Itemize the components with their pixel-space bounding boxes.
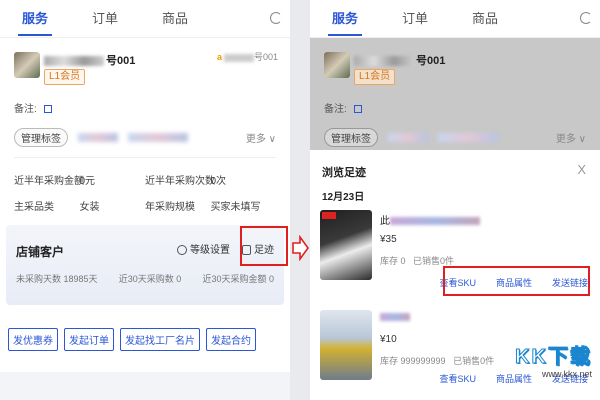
manage-tags-button: 管理标签 [324,127,378,147]
tab-service[interactable]: 服务 [0,0,70,38]
avatar [14,52,40,78]
stat-label: 近半年采购金额 [14,175,84,187]
product-title[interactable] [380,312,410,323]
customer-name: 号001 [44,52,135,68]
store-customer-title: 店铺客户 [16,245,65,259]
tag-chip [438,132,498,142]
store-account: a 号001 [216,52,278,62]
stat-label: 近半年采购次数 [145,175,215,187]
product-title[interactable]: 此 [380,212,480,227]
tag-chip [78,132,118,142]
history-date: 12月23日 [322,192,365,203]
tab-orders[interactable]: 订单 [70,0,140,38]
remark-label: 备注: [324,104,347,115]
days-since-purchase: 未采购天数 18985天 [16,274,98,284]
left-panel: 服务 订单 商品 号001 L1会员 a 号001 备注: 管理标签 更多 ∨ 近… [0,0,290,400]
modal-backdrop[interactable]: 号001 L1会员 备注: 管理标签 更多 ∨ [310,38,600,150]
more-link: 更多 ∨ [555,133,586,145]
remark-row: 备注: [14,100,52,115]
create-order-button[interactable]: 发起订单 [64,328,114,351]
tab-products[interactable]: 商品 [450,0,520,38]
tag-chip [388,132,428,142]
product-image[interactable] [320,210,372,280]
avatar [324,52,350,78]
send-coupon-button[interactable]: 发优惠券 [8,328,58,351]
gear-icon [177,245,187,256]
purchase-amount-30d: 近30天采购金额 0 [202,274,274,284]
refresh-icon[interactable] [580,12,592,24]
view-sku-link[interactable]: 查看SKU [439,372,476,385]
tab-bar: 服务 订单 商品 [0,0,290,38]
level-settings-button[interactable]: 等级设置 [177,241,230,256]
stat-value: 0次 [210,175,227,187]
arrow-right-icon [292,235,309,261]
stat-value: 买家未填写 [210,201,261,213]
product-price: ¥35 [380,234,397,245]
tab-bar: 服务 订单 商品 [310,0,600,38]
stat-label: 主采品类 [14,201,54,213]
watermark-logo: KK下载 [515,346,592,369]
customer-name: 号001 [354,52,445,68]
edit-icon [353,105,362,114]
footprint-highlight [240,226,288,266]
tag-row: 管理标签 更多 ∨ [324,127,586,147]
remark-row: 备注: [324,100,362,115]
tab-service[interactable]: 服务 [310,0,380,38]
watermark: KK下载 www.kkx.net [515,340,592,380]
refresh-icon[interactable] [270,12,282,24]
more-link[interactable]: 更多 ∨ [246,130,276,145]
tag-row: 管理标签 更多 ∨ [14,127,276,147]
product-price: ¥10 [380,334,397,345]
stat-label: 年采购规模 [145,201,195,213]
tab-products[interactable]: 商品 [140,0,210,38]
bottom-strip [0,372,290,400]
edit-icon[interactable] [43,105,52,114]
watermark-url: www.kkx.net [541,369,592,379]
remark-label: 备注: [14,104,37,115]
member-level-badge: L1会员 [354,69,396,85]
stat-value: 女装 [79,201,100,213]
action-buttons: 发优惠券 发起订单 发起找工厂名片 发起合约 [8,328,282,351]
product-image[interactable] [320,310,372,380]
stats-row: 主采品类 女装 年采购规模 买家未填写 [14,192,276,218]
divider [14,157,276,158]
purchases-30d: 近30天采购数 0 [118,274,182,284]
manage-tags-button[interactable]: 管理标签 [14,127,68,147]
stats-row: 近半年采购金额 0元 近半年采购次数 0次 [14,166,276,192]
customer-stats: 未采购天数 18985天 近30天采购数 0 近30天采购金额 0 [16,272,274,285]
close-icon[interactable]: X [577,162,586,177]
product-stock: 库存 999999999 已销售0件 [380,356,495,366]
sheet-title: 浏览足迹 [322,167,366,179]
stat-value: 0元 [79,175,96,187]
tab-orders[interactable]: 订单 [380,0,450,38]
purchase-stats: 近半年采购金额 0元 近半年采购次数 0次 主采品类 女装 年采购规模 买家未填… [14,166,276,218]
create-contract-button[interactable]: 发起合约 [206,328,256,351]
factory-card-button[interactable]: 发起找工厂名片 [120,328,200,351]
product-links-highlight [443,266,590,296]
member-level-badge: L1会员 [44,69,86,85]
tag-chip [128,132,188,142]
